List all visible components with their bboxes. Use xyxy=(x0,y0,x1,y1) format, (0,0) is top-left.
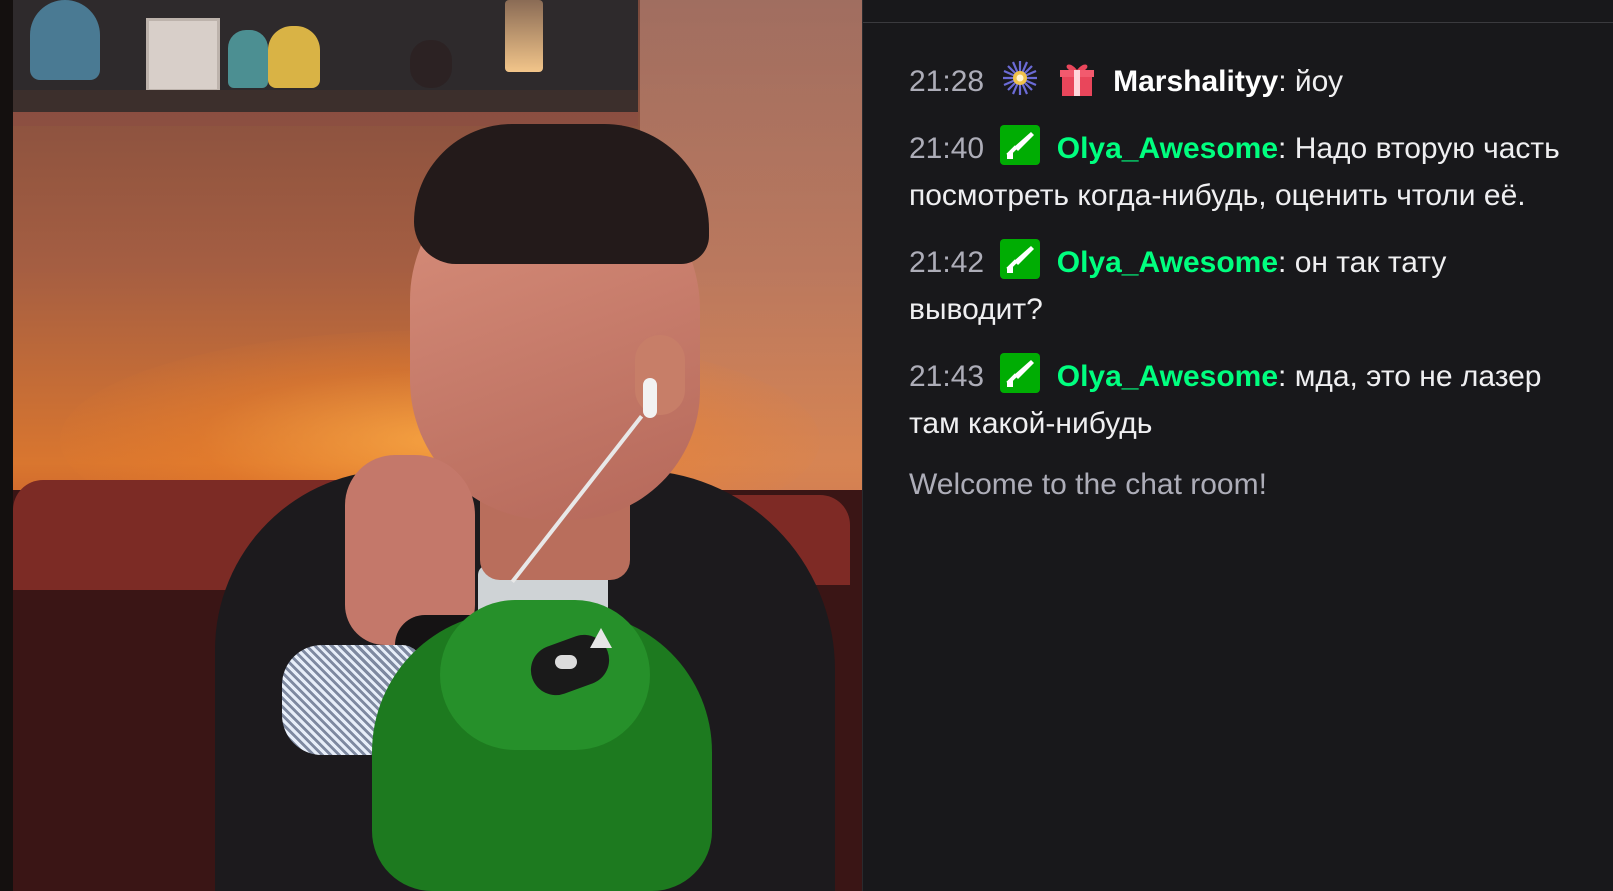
gift-badge-icon[interactable] xyxy=(1057,58,1097,98)
video-edge xyxy=(0,0,13,891)
moderator-sword-badge-icon[interactable] xyxy=(1000,353,1041,393)
shelf xyxy=(13,90,638,112)
rubber-duck-figure xyxy=(268,26,320,88)
chat-message: 21:28 Marshalityy: йоу xyxy=(909,58,1579,105)
earphone xyxy=(643,378,657,418)
chat-username[interactable]: Marshalityy xyxy=(1113,65,1278,98)
chat-message: 21:42 Olya_Awesome: он так тату выводит? xyxy=(909,239,1579,333)
chat-message: 21:40 Olya_Awesome: Надо вторую часть по… xyxy=(909,125,1579,219)
message-timestamp: 21:42 xyxy=(909,246,985,279)
picture-frame xyxy=(146,18,220,92)
chat-message-list[interactable]: 21:28 Marshalityy: йоу 21:40 Olya_Awesom… xyxy=(909,58,1579,508)
message-timestamp: 21:40 xyxy=(909,132,985,165)
chat-header-divider xyxy=(863,22,1613,23)
stream-video[interactable] xyxy=(0,0,862,891)
chat-username[interactable]: Olya_Awesome xyxy=(1057,132,1278,165)
chat-welcome-message: Welcome to the chat room! xyxy=(909,468,1267,501)
shelf-figure xyxy=(228,30,268,88)
streamer-hair xyxy=(414,124,709,264)
sun-badge-icon[interactable] xyxy=(1000,58,1040,98)
moderator-sword-badge-icon[interactable] xyxy=(1000,239,1041,279)
shelf-figure xyxy=(410,40,452,88)
shelf-figure xyxy=(30,0,100,80)
background-shelf-wall xyxy=(13,0,638,98)
message-timestamp: 21:43 xyxy=(909,360,985,393)
message-timestamp: 21:28 xyxy=(909,65,985,98)
shelf-lamp xyxy=(505,0,543,72)
message-text: йоу xyxy=(1286,65,1343,98)
chat-username[interactable]: Olya_Awesome xyxy=(1057,246,1278,279)
chat-username[interactable]: Olya_Awesome xyxy=(1057,360,1278,393)
plush-eye-highlight xyxy=(555,655,577,669)
message-separator: : xyxy=(1278,65,1287,98)
chat-message: 21:43 Olya_Awesome: мда, это не лазер та… xyxy=(909,353,1579,447)
moderator-sword-badge-icon[interactable] xyxy=(1000,125,1041,165)
chat-panel: 21:28 Marshalityy: йоу 21:40 Olya_Awesom… xyxy=(863,0,1613,891)
